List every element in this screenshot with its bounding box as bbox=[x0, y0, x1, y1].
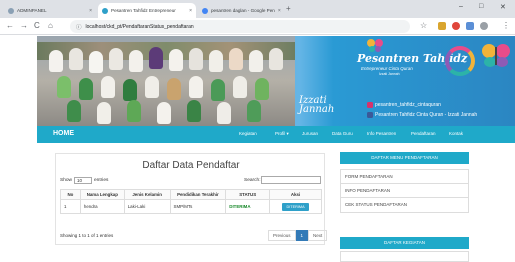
column-header[interactable]: Jenis Kelamin bbox=[123, 189, 171, 200]
new-tab-icon[interactable]: + bbox=[286, 4, 291, 13]
tab-favicon-icon bbox=[102, 7, 108, 14]
table-header-row: No Nama Lengkap Jenis Kelamin Pendidikan… bbox=[60, 189, 322, 200]
izzati-jannah-logo: Izzati Jannah bbox=[299, 96, 335, 115]
swirl-logo-icon bbox=[445, 46, 475, 76]
nav-jurusan[interactable]: Jurusan bbox=[302, 131, 318, 136]
tab-favicon-icon bbox=[202, 7, 208, 14]
main-navbar: HOME Kegiatan Profil ▾ Jurusan Data Guru… bbox=[37, 126, 515, 143]
sidebar-menu-list: FORM PENDAFTARAN INFO PENDAFTARAN CEK ST… bbox=[340, 169, 469, 213]
forward-icon[interactable]: → bbox=[20, 21, 28, 30]
cell-pendidikan: SMP/MTs bbox=[169, 199, 227, 214]
tab-title: pesantren daglan - Google Pen bbox=[211, 8, 275, 13]
brand-location: Izzati Jannah bbox=[379, 72, 400, 76]
url-text: localhost/ckd_pt/PendaftaranStatus_penda… bbox=[85, 23, 194, 30]
status-badge: DITERIMA bbox=[225, 199, 271, 214]
nav-home[interactable]: HOME bbox=[53, 130, 74, 137]
entries-label: entries bbox=[94, 178, 109, 183]
next-button[interactable]: Next bbox=[308, 230, 328, 241]
profile-avatar[interactable] bbox=[480, 22, 488, 30]
minimize-icon[interactable]: – bbox=[459, 3, 463, 10]
sidebar-menu-title: DAFTAR MENU PENDAFTARAN bbox=[340, 152, 469, 164]
table-info: Showing 1 to 1 of 1 entries bbox=[60, 233, 114, 238]
home-icon[interactable]: ⌂ bbox=[48, 21, 53, 30]
status-action-button[interactable]: DITERIMA bbox=[282, 202, 309, 211]
page-1-button[interactable]: 1 bbox=[295, 230, 309, 241]
tab-favicon-icon bbox=[8, 7, 14, 14]
nav-info-pesantren[interactable]: Info Pesantren bbox=[367, 131, 396, 136]
extension-icon[interactable] bbox=[438, 22, 446, 30]
brand-subtitle: Entrepreneur Cinta Quran bbox=[361, 66, 413, 71]
column-header[interactable]: Nama Lengkap bbox=[79, 189, 125, 200]
cell-jenis-kelamin: Laki-Laki bbox=[123, 199, 171, 214]
extension-icon[interactable] bbox=[452, 22, 460, 30]
sidebar-kegiatan-title: DAFTAR KEGIATAN bbox=[340, 237, 469, 249]
cell-aksi: DITERIMA bbox=[269, 199, 322, 214]
sidebar-item-form-pendaftaran[interactable]: FORM PENDAFTARAN bbox=[341, 170, 468, 184]
jannah-word: Jannah bbox=[299, 104, 335, 115]
nav-kontak[interactable]: Kontak bbox=[449, 131, 463, 136]
instagram-handle: pesantren_tahfidz_cintaquran bbox=[375, 102, 441, 108]
sidebar-kegiatan-list bbox=[340, 251, 469, 262]
facebook-icon bbox=[367, 112, 373, 118]
banner-branding: Pesantren Tahfidz Entrepreneur Cinta Qur… bbox=[295, 36, 515, 126]
browser-tab-bar: ADMINPANEL × Pesantren Tahfidz Entrepren… bbox=[0, 0, 515, 18]
cell-no: 1 bbox=[60, 199, 81, 214]
browser-menu-icon[interactable]: ⋮ bbox=[502, 21, 510, 30]
sidebar-item-cek-status[interactable]: CEK STATUS PENDAFTARAN bbox=[341, 198, 468, 212]
column-header[interactable]: Aksi bbox=[269, 189, 322, 200]
address-bar[interactable]: ⓘ localhost/ckd_pt/PendaftaranStatus_pen… bbox=[70, 20, 410, 33]
previous-button[interactable]: Previous bbox=[268, 230, 296, 241]
back-icon[interactable]: ← bbox=[6, 21, 14, 30]
bookmark-star-icon[interactable]: ☆ bbox=[420, 21, 427, 30]
tab-google-search[interactable]: pesantren daglan - Google Pen × bbox=[198, 3, 284, 18]
maximize-icon[interactable]: □ bbox=[479, 3, 483, 10]
entries-length-control: Show 10 entries bbox=[60, 177, 108, 184]
site-info-icon[interactable]: ⓘ bbox=[76, 23, 82, 31]
search-input[interactable] bbox=[261, 176, 321, 184]
close-window-icon[interactable]: ✕ bbox=[500, 3, 506, 11]
tab-close-icon[interactable]: × bbox=[275, 8, 281, 14]
tab-title: ADMINPANEL bbox=[17, 8, 47, 13]
main-content: Daftar Data Pendaftar Show 10 entries Se… bbox=[37, 143, 515, 262]
instagram-link[interactable]: pesantren_tahfidz_cintaquran bbox=[367, 102, 441, 108]
browser-toolbar: ← → C ⌂ ⓘ localhost/ckd_pt/PendaftaranSt… bbox=[0, 18, 515, 35]
instagram-icon bbox=[367, 102, 373, 108]
facebook-handle: Pesantren Tahfidz Cinta Quran - Izzati J… bbox=[375, 112, 478, 118]
tab-adminpanel[interactable]: ADMINPANEL × bbox=[4, 3, 96, 18]
reload-icon[interactable]: C bbox=[34, 21, 40, 30]
column-header[interactable]: Pendidikan Terakhir bbox=[169, 189, 227, 200]
pagination: Previous 1 Next bbox=[268, 230, 328, 241]
banner-group-photo bbox=[37, 36, 295, 126]
table-row: 1 hendra Laki-Laki SMP/MTs DITERIMA DITE… bbox=[60, 199, 322, 214]
column-header[interactable]: No bbox=[60, 189, 81, 200]
search-label: Search: bbox=[244, 178, 261, 183]
nav-kegiatan[interactable]: Kegiatan bbox=[239, 131, 257, 136]
butterfly-logo-icon bbox=[482, 44, 510, 67]
small-butterfly-icon bbox=[367, 39, 383, 52]
cell-nama: hendra bbox=[79, 199, 125, 214]
nav-data-guru[interactable]: Data Guru bbox=[332, 131, 353, 136]
nav-profil[interactable]: Profil ▾ bbox=[275, 131, 289, 137]
nav-pendaftaran[interactable]: Pendaftaran bbox=[411, 131, 436, 136]
registrant-list-card: Daftar Data Pendaftar Show 10 entries Se… bbox=[55, 153, 328, 245]
tab-close-icon[interactable]: × bbox=[186, 8, 192, 14]
site-banner: Pesantren Tahfidz Entrepreneur Cinta Qur… bbox=[37, 36, 515, 126]
registrant-table: No Nama Lengkap Jenis Kelamin Pendidikan… bbox=[60, 189, 322, 214]
entries-select[interactable]: 10 bbox=[74, 177, 92, 184]
sidebar-item-info-pendaftaran[interactable]: INFO PENDAFTARAN bbox=[341, 184, 468, 198]
tab-title: Pesantren Tahfidz Entrepreneur bbox=[111, 8, 176, 13]
tab-pesantren[interactable]: Pesantren Tahfidz Entrepreneur × bbox=[98, 3, 196, 18]
show-label: Show bbox=[60, 178, 72, 183]
page-title: Daftar Data Pendaftar bbox=[142, 160, 240, 171]
column-header[interactable]: STATUS bbox=[225, 189, 271, 200]
facebook-link[interactable]: Pesantren Tahfidz Cinta Quran - Izzati J… bbox=[367, 112, 477, 118]
tab-close-icon[interactable]: × bbox=[86, 8, 92, 14]
website: Pesantren Tahfidz Entrepreneur Cinta Qur… bbox=[0, 36, 515, 262]
extension-icon[interactable] bbox=[466, 22, 474, 30]
